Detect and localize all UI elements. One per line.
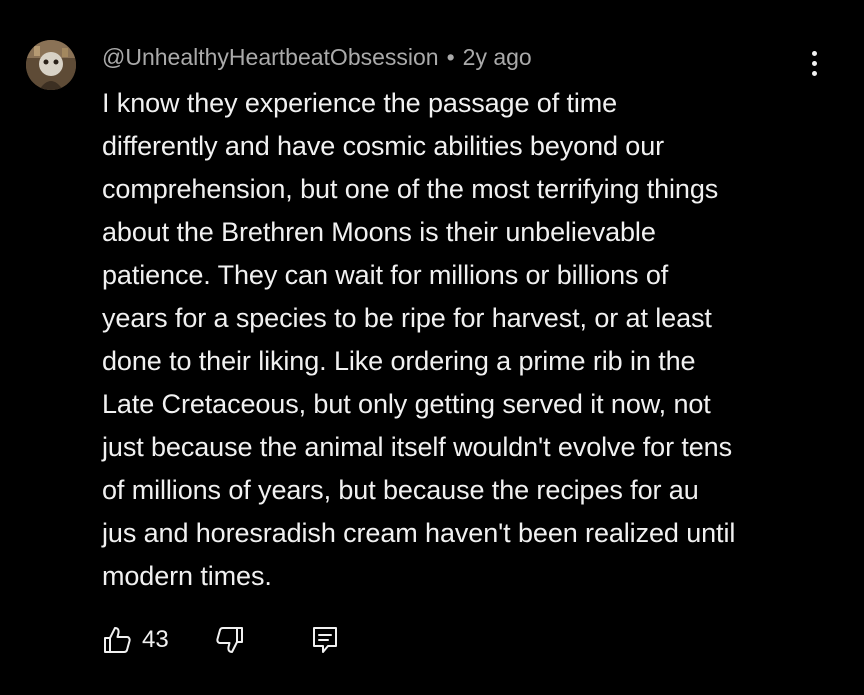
reply-button[interactable] — [311, 625, 339, 655]
comment-body: I know they experience the passage of ti… — [102, 82, 822, 598]
comment-card: @UnhealthyHeartbeatObsession • 2y ago I … — [0, 0, 864, 695]
comment-timestamp[interactable]: 2y ago — [463, 44, 532, 71]
comment-header: @UnhealthyHeartbeatObsession • 2y ago — [102, 42, 532, 72]
comment-line: Late Cretaceous, but only getting served… — [102, 389, 711, 419]
comment-actions: 43 — [102, 620, 339, 660]
more-vertical-icon-dot — [811, 70, 817, 76]
comment-line: I know they experience the passage of ti… — [102, 88, 618, 118]
like-count: 43 — [142, 626, 169, 653]
more-vertical-icon-dot — [811, 60, 817, 66]
comment-line: differently and have cosmic abilities be… — [102, 131, 665, 161]
comment-line: years for a species to be ripe for harve… — [102, 303, 712, 333]
comment-line: of millions of years, but because the re… — [102, 475, 699, 505]
thumbs-up-icon — [104, 627, 131, 653]
comment-line: patience. They can wait for millions or … — [102, 260, 669, 290]
author-name[interactable]: @UnhealthyHeartbeatObsession — [102, 44, 439, 71]
comment-line: comprehension, but one of the most terri… — [102, 174, 719, 204]
separator-dot: • — [446, 43, 455, 70]
comment-line: just because the animal itself wouldn't … — [102, 432, 733, 462]
reply-comment-icon — [312, 627, 337, 653]
more-vertical-icon — [811, 50, 817, 56]
like-button[interactable]: 43 — [102, 625, 169, 655]
more-options-button[interactable] — [800, 46, 828, 80]
comment-line: modern times. — [102, 561, 272, 591]
thumbs-down-icon — [216, 627, 243, 653]
dislike-button[interactable] — [215, 625, 245, 655]
comment-line: done to their liking. Like ordering a pr… — [102, 346, 696, 376]
avatar[interactable] — [26, 40, 76, 90]
comment-line: jus and horesradish cream haven't been r… — [102, 518, 736, 548]
comment-line: about the Brethren Moons is their unbeli… — [102, 217, 656, 247]
